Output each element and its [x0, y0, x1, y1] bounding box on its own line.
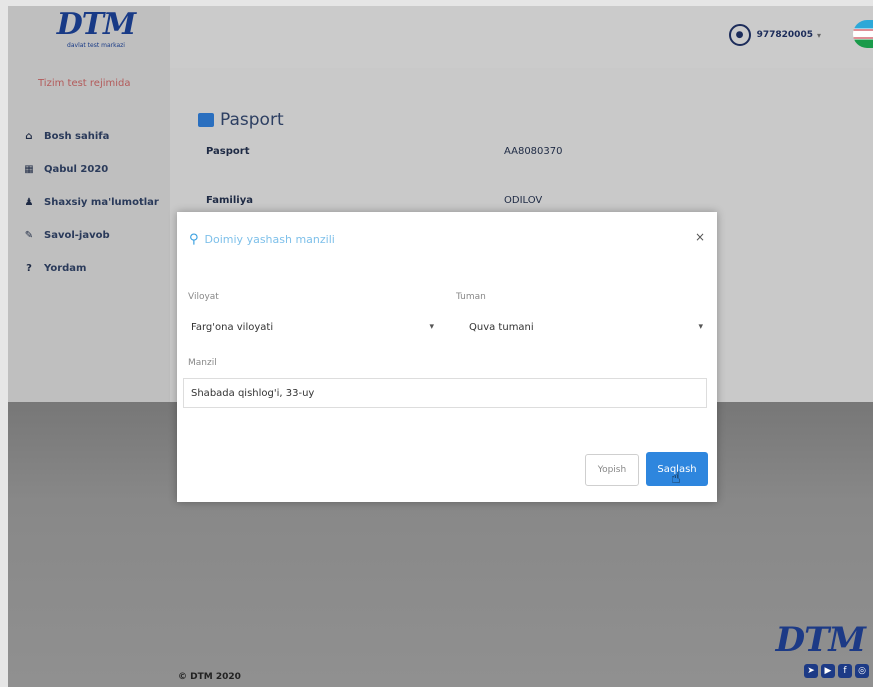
modal-title-text: Doimiy yashash manzili: [204, 233, 335, 246]
sidebar-item-admission[interactable]: ▦ Qabul 2020: [8, 157, 170, 181]
address-modal: ⚲ Doimiy yashash manzili × Viloyat Farg'…: [177, 212, 717, 502]
home-icon: ⌂: [25, 130, 33, 142]
sidebar-item-faq[interactable]: ✎ Savol-javob: [8, 223, 170, 247]
footer-copyright: © DTM 2020: [178, 672, 241, 682]
district-value: Quva tumani: [469, 321, 534, 333]
sidebar-item-label: Shaxsiy ma'lumotlar: [44, 196, 159, 208]
chevron-down-icon: ▾: [429, 322, 434, 332]
sidebar-nav: ⌂ Bosh sahifa ▦ Qabul 2020 ♟ Shaxsiy ma'…: [8, 124, 170, 289]
close-icon[interactable]: ×: [695, 230, 705, 244]
region-label: Viloyat: [188, 292, 219, 302]
address-label: Manzil: [188, 358, 217, 368]
sidebar-item-help[interactable]: ? Yordam: [8, 256, 170, 280]
footer-logo: DTM: [775, 620, 866, 660]
sidebar-item-label: Bosh sahifa: [44, 130, 110, 142]
app-subtitle: Tizim test rejimida: [38, 78, 131, 89]
sidebar-item-label: Savol-javob: [44, 229, 110, 241]
passport-section-title: Pasport: [198, 110, 284, 130]
sidebar-item-label: Qabul 2020: [44, 163, 109, 175]
passport-value: AA8080370: [504, 146, 563, 157]
address-value: Shabada qishlog'i, 33-uy: [191, 387, 315, 399]
sidebar-item-label: Yordam: [44, 262, 87, 274]
sidebar-item-personal-info[interactable]: ♟ Shaxsiy ma'lumotlar: [8, 190, 170, 214]
dtm-logo[interactable]: DTM davlat test markazi: [56, 7, 137, 58]
facebook-icon[interactable]: f: [838, 664, 852, 678]
user-menu[interactable]: ● 977820005 ▾: [728, 24, 821, 46]
district-select[interactable]: Quva tumani ▾: [463, 314, 709, 340]
language-flag-icon[interactable]: [853, 20, 873, 48]
section-title-text: Pasport: [220, 110, 284, 130]
region-select[interactable]: Farg'ona viloyati ▾: [185, 314, 440, 340]
mouse-pointer-icon: ☝: [671, 468, 681, 487]
user-icon: ♟: [24, 196, 34, 208]
social-links: ➤ ▶ f ◎: [804, 664, 869, 678]
user-name: 977820005: [756, 30, 813, 40]
modal-title: ⚲ Doimiy yashash manzili: [189, 232, 335, 247]
telegram-icon[interactable]: ➤: [804, 664, 818, 678]
close-button[interactable]: Yopish: [585, 454, 639, 486]
calendar-icon: ▦: [24, 163, 34, 175]
logo-text: DTM: [56, 7, 137, 42]
chevron-down-icon: ▾: [816, 30, 821, 40]
instagram-icon[interactable]: ◎: [855, 664, 869, 678]
chat-icon: ✎: [24, 229, 34, 241]
address-input[interactable]: Shabada qishlog'i, 33-uy: [183, 378, 707, 408]
id-card-icon: [198, 113, 214, 127]
passport-label: Pasport: [206, 146, 250, 157]
surname-label: Familiya: [206, 195, 253, 206]
surname-value: ODILOV: [504, 195, 543, 206]
chevron-down-icon: ▾: [698, 322, 703, 332]
logo-subtext: davlat test markazi: [67, 42, 125, 49]
district-label: Tuman: [456, 292, 486, 302]
user-avatar-icon: ●: [728, 24, 751, 46]
help-icon: ?: [26, 262, 32, 274]
region-value: Farg'ona viloyati: [191, 321, 274, 333]
top-header: ● 977820005 ▾: [170, 6, 873, 68]
sidebar-item-home[interactable]: ⌂ Bosh sahifa: [8, 124, 170, 148]
youtube-icon[interactable]: ▶: [821, 664, 835, 678]
map-pin-icon: ⚲: [189, 232, 199, 247]
